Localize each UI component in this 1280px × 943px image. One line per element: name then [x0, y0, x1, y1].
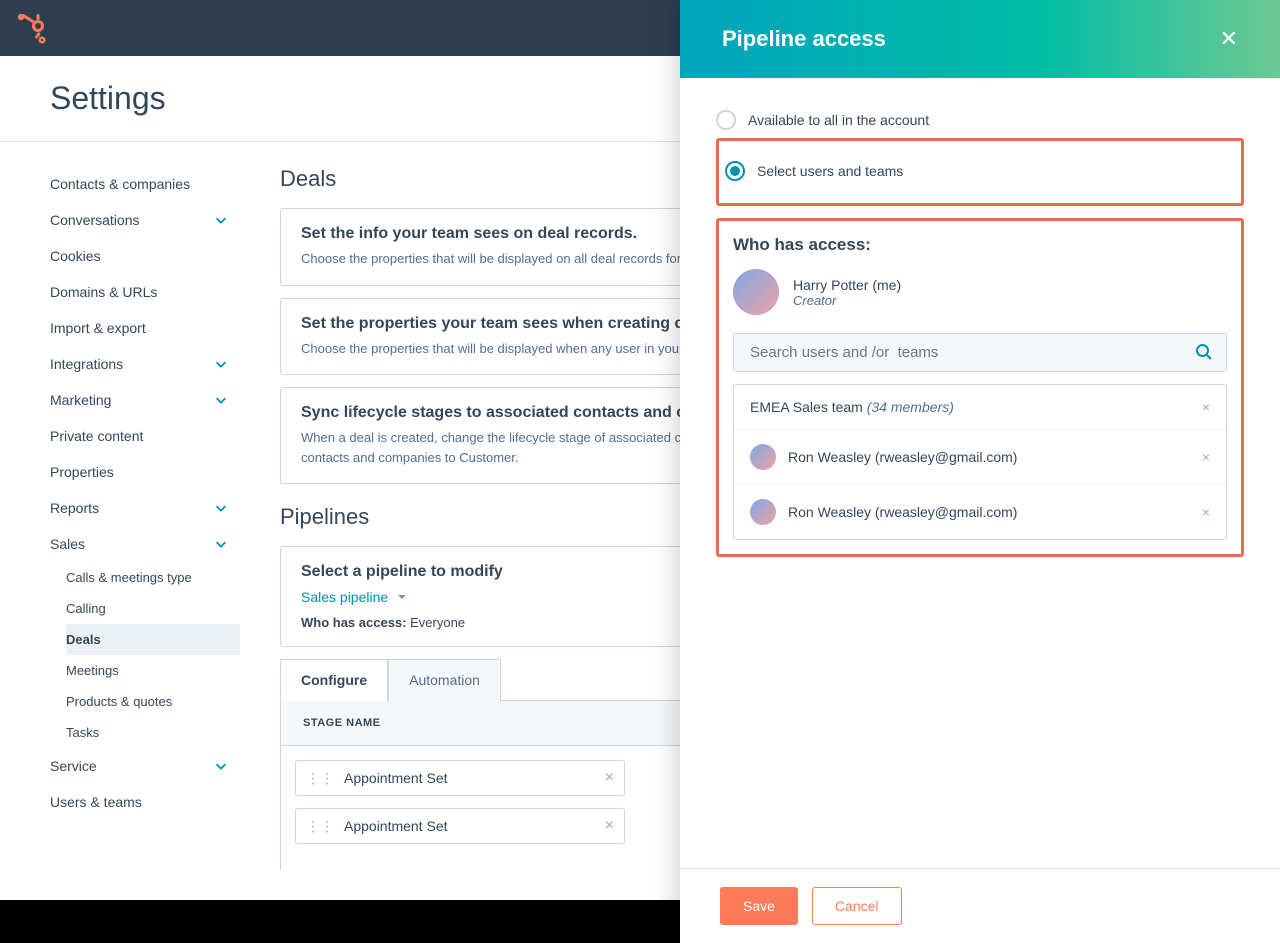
- sidebar-item-properties[interactable]: Properties: [40, 454, 240, 490]
- sidebar-item-marketing[interactable]: Marketing: [40, 382, 240, 418]
- save-button[interactable]: Save: [720, 887, 798, 925]
- caret-down-icon: [396, 591, 408, 603]
- radio-icon: [716, 110, 736, 130]
- highlight-who-has-access: Who has access: Harry Potter (me) Creato…: [716, 218, 1244, 557]
- drawer-footer: Save Cancel: [680, 868, 1280, 943]
- pipeline-dropdown[interactable]: Sales pipeline: [301, 589, 408, 605]
- cancel-button[interactable]: Cancel: [812, 887, 902, 925]
- chevron-down-icon: [214, 357, 228, 371]
- stage-row[interactable]: ⋮⋮ ×: [295, 760, 625, 796]
- radio-label: Select users and teams: [757, 163, 903, 179]
- sidebar-item-users-teams[interactable]: Users & teams: [40, 784, 240, 820]
- chevron-down-icon: [214, 501, 228, 515]
- avatar: [750, 444, 776, 470]
- stage-name-input[interactable]: [344, 770, 605, 786]
- creator-row: Harry Potter (me) Creator: [733, 269, 1227, 315]
- chevron-down-icon: [214, 213, 228, 227]
- chevron-down-icon: [214, 393, 228, 407]
- sidebar-sales-sub: Calls & meetings type Calling Deals Meet…: [40, 562, 240, 748]
- creator-role: Creator: [793, 293, 901, 308]
- sidebar-item-contacts[interactable]: Contacts & companies: [40, 166, 240, 202]
- drawer-header: Pipeline access ✕: [680, 0, 1280, 78]
- who-has-access-heading: Who has access:: [733, 235, 1227, 255]
- sidebar-subitem-products-quotes[interactable]: Products & quotes: [66, 686, 240, 717]
- tab-configure[interactable]: Configure: [280, 659, 388, 701]
- creator-name: Harry Potter (me): [793, 277, 901, 293]
- drag-handle-icon[interactable]: ⋮⋮: [306, 818, 334, 835]
- sidebar-item-import-export[interactable]: Import & export: [40, 310, 240, 346]
- search-input[interactable]: [733, 333, 1227, 372]
- access-item-team: EMEA Sales team (34 members) ×: [734, 385, 1226, 429]
- radio-icon: [725, 161, 745, 181]
- sidebar-subitem-deals[interactable]: Deals: [66, 624, 240, 655]
- stage-name-input[interactable]: [344, 818, 605, 834]
- access-item-user: Ron Weasley (rweasley@gmail.com) ×: [734, 484, 1226, 539]
- access-item-label: Ron Weasley (rweasley@gmail.com): [788, 504, 1017, 520]
- drawer-body: Available to all in the account Select u…: [680, 78, 1280, 868]
- sidebar-item-integrations[interactable]: Integrations: [40, 346, 240, 382]
- access-item-label: EMEA Sales team: [750, 399, 867, 415]
- stage-row[interactable]: ⋮⋮ ×: [295, 808, 625, 844]
- close-icon[interactable]: ✕: [1220, 26, 1238, 52]
- avatar: [733, 269, 779, 315]
- radio-select-users[interactable]: Select users and teams: [725, 153, 1235, 189]
- footer-strip: [0, 900, 680, 943]
- remove-access-icon[interactable]: ×: [1202, 399, 1210, 415]
- sidebar-subitem-tasks[interactable]: Tasks: [66, 717, 240, 748]
- sidebar-item-service[interactable]: Service: [40, 748, 240, 784]
- radio-available-all[interactable]: Available to all in the account: [716, 102, 1244, 138]
- sidebar-item-conversations[interactable]: Conversations: [40, 202, 240, 238]
- avatar: [750, 499, 776, 525]
- hubspot-logo-icon: [16, 12, 48, 44]
- access-item-label: Ron Weasley (rweasley@gmail.com): [788, 449, 1017, 465]
- sidebar-item-domains[interactable]: Domains & URLs: [40, 274, 240, 310]
- access-list: EMEA Sales team (34 members) × Ron Weasl…: [733, 384, 1227, 540]
- drag-handle-icon[interactable]: ⋮⋮: [306, 770, 334, 787]
- highlight-select-users: Select users and teams: [716, 138, 1244, 206]
- search-wrap: [733, 333, 1227, 372]
- sidebar-item-sales[interactable]: Sales: [40, 526, 240, 562]
- sidebar-item-reports[interactable]: Reports: [40, 490, 240, 526]
- pipeline-access-drawer: Pipeline access ✕ Available to all in th…: [680, 0, 1280, 943]
- sidebar-subitem-calls-meetings[interactable]: Calls & meetings type: [66, 562, 240, 593]
- settings-sidebar: Contacts & companies Conversations Cooki…: [0, 142, 240, 870]
- radio-label: Available to all in the account: [748, 112, 929, 128]
- sidebar-item-private-content[interactable]: Private content: [40, 418, 240, 454]
- sidebar-subitem-calling[interactable]: Calling: [66, 593, 240, 624]
- chevron-down-icon: [214, 759, 228, 773]
- remove-access-icon[interactable]: ×: [1202, 449, 1210, 465]
- remove-access-icon[interactable]: ×: [1202, 504, 1210, 520]
- drawer-title: Pipeline access: [722, 26, 886, 52]
- chevron-down-icon: [214, 537, 228, 551]
- tab-automation[interactable]: Automation: [388, 659, 501, 701]
- access-item-user: Ron Weasley (rweasley@gmail.com) ×: [734, 429, 1226, 484]
- access-item-meta: (34 members): [867, 399, 954, 415]
- remove-stage-icon[interactable]: ×: [605, 769, 614, 787]
- remove-stage-icon[interactable]: ×: [605, 817, 614, 835]
- sidebar-item-cookies[interactable]: Cookies: [40, 238, 240, 274]
- sidebar-subitem-meetings[interactable]: Meetings: [66, 655, 240, 686]
- search-icon[interactable]: [1195, 343, 1213, 364]
